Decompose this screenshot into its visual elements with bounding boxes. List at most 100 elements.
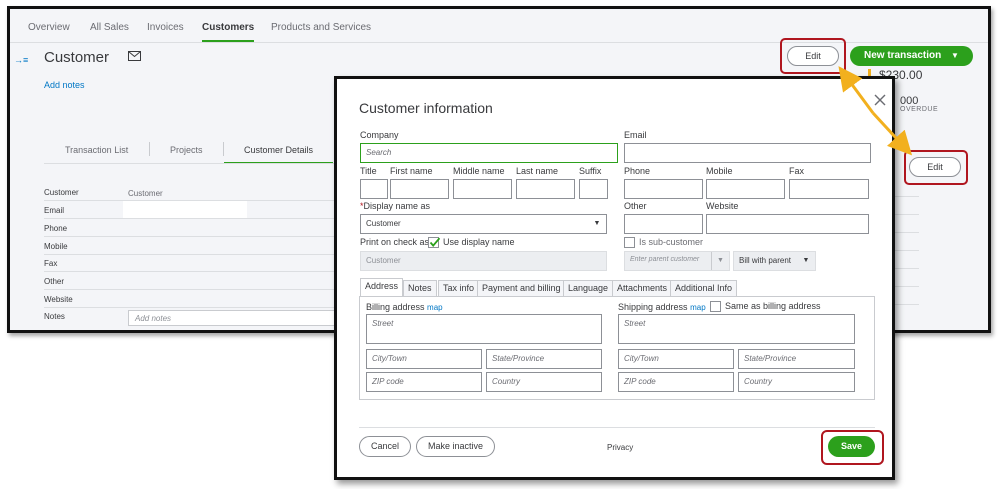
sub-customer-label: Is sub-customer: [639, 237, 704, 247]
address-panel: Billing address map Street City/Town Sta…: [359, 296, 875, 400]
divider: [895, 268, 919, 269]
billing-zip-input[interactable]: ZIP code: [366, 372, 482, 392]
suffix-label: Suffix: [579, 166, 602, 176]
email-label: Email: [624, 130, 647, 140]
other-label: Other: [624, 201, 647, 211]
tab-tax-info[interactable]: Tax info: [438, 280, 480, 297]
nav-tab-invoices[interactable]: Invoices: [147, 22, 184, 40]
middle-name-input[interactable]: [453, 179, 512, 199]
print-on-check-input: Customer: [360, 251, 607, 271]
sidebar-toggle-icon[interactable]: →≡: [14, 55, 28, 65]
tab-payment-billing[interactable]: Payment and billing: [477, 280, 566, 297]
edit-button-highlight: [780, 38, 846, 74]
add-notes-link[interactable]: Add notes: [44, 80, 85, 90]
footer-divider: [359, 427, 875, 428]
shipping-country-input[interactable]: Country: [738, 372, 855, 392]
shipping-city-input[interactable]: City/Town: [618, 349, 734, 369]
billing-country-input[interactable]: Country: [486, 372, 602, 392]
divider: [895, 196, 919, 197]
suffix-input[interactable]: [579, 179, 608, 199]
privacy-link[interactable]: Privacy: [607, 443, 633, 452]
shipping-zip-input[interactable]: ZIP code: [618, 372, 734, 392]
billing-state-input[interactable]: State/Province: [486, 349, 602, 369]
detail-label-website: Website: [44, 295, 73, 304]
shipping-street-input[interactable]: Street: [618, 314, 855, 344]
divider: [895, 232, 919, 233]
detail-label-notes: Notes: [44, 312, 65, 321]
save-button-highlight: [821, 430, 884, 465]
tab-transaction-list[interactable]: Transaction List: [65, 145, 128, 155]
chevron-down-icon: ▼: [802, 257, 810, 264]
shipping-state-input[interactable]: State/Province: [738, 349, 855, 369]
display-name-select[interactable]: Customer ▼: [360, 214, 607, 234]
tab-customer-details[interactable]: Customer Details: [224, 145, 334, 164]
divider: [44, 307, 344, 308]
email-input[interactable]: [624, 143, 871, 163]
nav-tab-customers[interactable]: Customers: [202, 22, 255, 42]
nav-tab-overview[interactable]: Overview: [28, 22, 70, 40]
divider: [44, 254, 344, 255]
billing-city-input[interactable]: City/Town: [366, 349, 482, 369]
same-as-billing-checkbox[interactable]: [710, 301, 721, 312]
use-display-name-label: Use display name: [443, 237, 515, 247]
billing-street-input[interactable]: Street: [366, 314, 602, 344]
mobile-input[interactable]: [706, 179, 785, 199]
billing-address-text: Billing address: [366, 302, 425, 312]
bill-with-parent-select: Bill with parent ▼: [733, 251, 816, 271]
divider: [895, 250, 919, 251]
fax-label: Fax: [789, 166, 805, 176]
company-input[interactable]: Search: [360, 143, 618, 163]
chevron-down-icon: ▼: [711, 252, 729, 270]
nav-tab-products-services[interactable]: Products and Services: [271, 22, 371, 40]
same-as-billing-label: Same as billing address: [725, 301, 821, 311]
billing-map-link[interactable]: map: [427, 303, 443, 312]
detail-label-phone: Phone: [44, 224, 68, 233]
other-input[interactable]: [624, 214, 703, 234]
website-label: Website: [706, 201, 739, 211]
edit-callout-highlight: [904, 150, 968, 185]
divider: [44, 218, 344, 219]
sub-customer-checkbox[interactable]: [624, 237, 635, 248]
title-input[interactable]: [360, 179, 388, 199]
mobile-label: Mobile: [706, 166, 733, 176]
tab-language[interactable]: Language: [563, 280, 614, 297]
billing-address-label: Billing address map: [366, 302, 443, 312]
page-title: Customer: [44, 49, 110, 66]
tab-underline: [44, 163, 338, 164]
checkmark-icon: [429, 237, 440, 247]
tab-address[interactable]: Address: [360, 278, 404, 297]
tab-attachments[interactable]: Attachments: [612, 280, 673, 297]
tab-notes[interactable]: Notes: [403, 280, 437, 297]
detail-label-fax: Fax: [44, 259, 58, 268]
new-transaction-button[interactable]: New transaction ▼: [850, 46, 973, 66]
last-name-input[interactable]: [516, 179, 575, 199]
middle-name-label: Middle name: [453, 166, 505, 176]
overdue-label: OVERDUE: [900, 106, 939, 113]
chevron-down-icon: ▼: [951, 51, 959, 60]
tab-additional-info[interactable]: Additional Info: [670, 280, 738, 297]
mail-icon[interactable]: [128, 51, 141, 61]
shipping-map-link[interactable]: map: [690, 303, 706, 312]
phone-input[interactable]: [624, 179, 703, 199]
divider: [895, 214, 919, 215]
detail-label-mobile: Mobile: [44, 242, 68, 251]
detail-label-email: Email: [44, 206, 65, 215]
chevron-down-icon: ▼: [593, 220, 601, 227]
nav-tab-all-sales[interactable]: All Sales: [90, 22, 129, 40]
divider: [895, 304, 919, 305]
print-on-check-label: Print on check as: [360, 237, 430, 247]
detail-value-customer: Customer: [128, 189, 163, 198]
first-name-label: First name: [390, 166, 433, 176]
website-input[interactable]: [706, 214, 869, 234]
divider: [895, 286, 919, 287]
notes-field[interactable]: Add notes: [128, 310, 348, 326]
make-inactive-button[interactable]: Make inactive: [416, 436, 495, 457]
cancel-button[interactable]: Cancel: [359, 436, 411, 457]
display-name-label: *Display name as: [360, 201, 430, 211]
first-name-input[interactable]: [390, 179, 449, 199]
fax-input[interactable]: [789, 179, 869, 199]
close-icon[interactable]: [873, 93, 887, 107]
use-display-name-checkbox[interactable]: [428, 237, 440, 248]
tab-divider: [149, 142, 150, 156]
tab-projects[interactable]: Projects: [170, 145, 203, 155]
